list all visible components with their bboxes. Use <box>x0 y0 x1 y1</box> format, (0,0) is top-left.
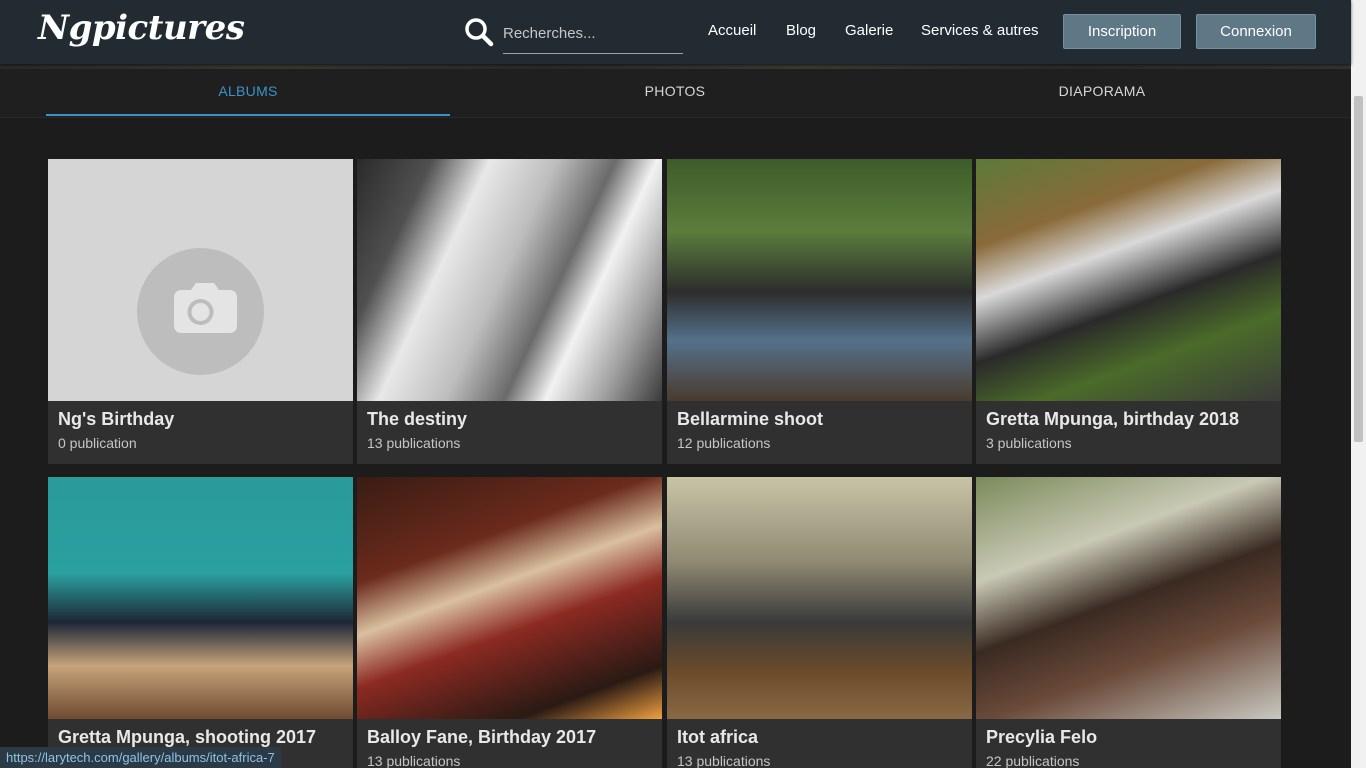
album-caption: Ng's Birthday 0 publication <box>48 401 353 464</box>
album-title[interactable]: Balloy Fane, Birthday 2017 <box>367 727 652 748</box>
album-caption: Precylia Felo 22 publications <box>976 719 1281 768</box>
album-count: 13 publications <box>367 753 461 768</box>
album-title[interactable]: Itot africa <box>677 727 962 748</box>
album-card[interactable]: Precylia Felo 22 publications <box>976 477 1281 768</box>
nav-link-accueil[interactable]: Accueil <box>708 22 756 39</box>
top-navbar: Ngpictures Accueil Blog Galerie Services… <box>0 0 1351 64</box>
album-cover-image <box>48 477 353 719</box>
album-title[interactable]: Gretta Mpunga, shooting 2017 <box>58 727 343 748</box>
search-input[interactable] <box>503 14 683 54</box>
album-cover-image <box>976 159 1281 401</box>
tab-albums[interactable]: ALBUMS <box>46 64 450 118</box>
album-title[interactable]: Precylia Felo <box>986 727 1271 748</box>
album-cover-placeholder <box>48 159 353 401</box>
album-title[interactable]: Gretta Mpunga, birthday 2018 <box>986 409 1271 430</box>
tab-photos[interactable]: PHOTOS <box>473 64 877 118</box>
album-cover-image <box>357 159 662 401</box>
album-cover-image <box>976 477 1281 719</box>
album-card[interactable]: The destiny 13 publications <box>357 159 662 464</box>
link-status-bar: https://larytech.com/gallery/albums/itot… <box>0 747 281 768</box>
signup-button[interactable]: Inscription <box>1063 14 1181 49</box>
nav-link-galerie[interactable]: Galerie <box>845 22 893 39</box>
album-card[interactable]: Itot africa 13 publications <box>667 477 972 768</box>
album-count: 13 publications <box>677 753 771 768</box>
camera-placeholder-circle <box>137 248 264 375</box>
camera-icon <box>174 283 237 333</box>
album-count: 12 publications <box>677 435 771 451</box>
nav-link-blog[interactable]: Blog <box>786 22 816 39</box>
album-cover-image <box>667 477 972 719</box>
album-card[interactable]: Bellarmine shoot 12 publications <box>667 159 972 464</box>
album-count: 22 publications <box>986 753 1080 768</box>
album-card[interactable]: Gretta Mpunga, shooting 2017 <box>48 477 353 768</box>
album-card[interactable]: Gretta Mpunga, birthday 2018 3 publicati… <box>976 159 1281 464</box>
tab-diaporama[interactable]: DIAPORAMA <box>900 64 1304 118</box>
album-title[interactable]: Ng's Birthday <box>58 409 343 430</box>
album-card[interactable]: Balloy Fane, Birthday 2017 13 publicatio… <box>357 477 662 768</box>
album-cover-image <box>357 477 662 719</box>
album-title[interactable]: The destiny <box>367 409 652 430</box>
album-caption: Itot africa 13 publications <box>667 719 972 768</box>
search-icon[interactable] <box>464 17 494 47</box>
album-cover-image <box>667 159 972 401</box>
active-tab-indicator <box>46 114 450 116</box>
album-card[interactable]: Ng's Birthday 0 publication <box>48 159 353 464</box>
album-title[interactable]: Bellarmine shoot <box>677 409 962 430</box>
album-caption: Balloy Fane, Birthday 2017 13 publicatio… <box>357 719 662 768</box>
album-caption: Gretta Mpunga, birthday 2018 3 publicati… <box>976 401 1281 464</box>
site-logo[interactable]: Ngpictures <box>38 8 245 48</box>
page-scrollbar-thumb[interactable] <box>1354 96 1363 442</box>
album-count: 0 publication <box>58 435 137 451</box>
album-count: 13 publications <box>367 435 461 451</box>
album-caption: The destiny 13 publications <box>357 401 662 464</box>
album-caption: Bellarmine shoot 12 publications <box>667 401 972 464</box>
album-count: 3 publications <box>986 435 1072 451</box>
nav-link-services[interactable]: Services & autres <box>921 22 1039 39</box>
login-button[interactable]: Connexion <box>1196 14 1316 49</box>
